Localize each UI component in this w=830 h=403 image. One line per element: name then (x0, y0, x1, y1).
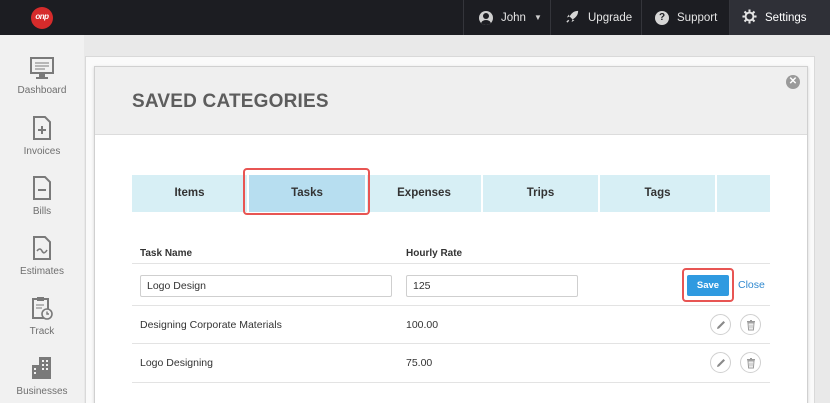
sidebar-item-label: Track (29, 326, 55, 337)
row-divider (132, 305, 770, 306)
task-name-input[interactable] (140, 275, 392, 297)
upgrade-label: Upgrade (588, 11, 633, 24)
edit-button[interactable] (710, 352, 731, 373)
close-icon[interactable]: ✕ (786, 75, 800, 89)
upgrade-link[interactable]: Upgrade (550, 0, 641, 35)
task-name-cell: Designing Corporate Materials (140, 319, 282, 331)
pencil-icon (717, 359, 725, 367)
row-divider (132, 343, 770, 344)
top-bar: onp John ▼ Upgrade ? Support Settings (0, 0, 830, 35)
user-avatar-icon (479, 10, 493, 25)
tab-tasks[interactable]: Tasks (249, 175, 367, 212)
user-name: John (501, 11, 526, 24)
clipboard-clock-icon (32, 297, 53, 320)
chevron-down-icon: ▼ (533, 13, 542, 22)
rocket-icon (565, 9, 580, 27)
row-divider (132, 382, 770, 383)
tab-expenses[interactable]: Expenses (367, 175, 483, 212)
edit-button[interactable] (710, 314, 731, 335)
buildings-icon (32, 357, 51, 379)
invoice-plus-icon (33, 116, 51, 140)
saved-categories-modal: SAVED CATEGORIES ✕ Items Tasks Expenses … (94, 66, 808, 403)
delete-button[interactable] (740, 352, 761, 373)
modal-header: SAVED CATEGORIES ✕ (95, 67, 807, 135)
brand-logo[interactable]: onp (31, 7, 53, 29)
column-header-hourly-rate: Hourly Rate (406, 248, 463, 259)
modal-title: SAVED CATEGORIES (132, 91, 329, 112)
estimate-icon (33, 236, 51, 260)
column-header-task-name: Task Name (140, 248, 193, 259)
tab-trips[interactable]: Trips (483, 175, 600, 212)
delete-button[interactable] (740, 314, 761, 335)
row-divider (132, 263, 770, 264)
trash-icon (747, 358, 755, 369)
support-label: Support (677, 11, 718, 24)
sidebar-item-label: Dashboard (17, 85, 67, 96)
sidebar-item-dashboard[interactable]: Dashboard (0, 57, 84, 117)
support-link[interactable]: ? Support (641, 0, 729, 35)
sidebar-item-bills[interactable]: Bills (0, 176, 84, 236)
hourly-rate-input[interactable] (406, 275, 578, 297)
sidebar-item-label: Bills (32, 206, 52, 217)
save-button[interactable]: Save (687, 275, 729, 296)
category-tabs: Items Tasks Expenses Trips Tags (132, 175, 770, 212)
sidebar: Dashboard Invoices Bills Estimates Track… (0, 35, 84, 403)
sidebar-item-label: Businesses (16, 386, 68, 397)
tab-items[interactable]: Items (132, 175, 249, 212)
hourly-rate-cell: 100.00 (406, 319, 439, 331)
user-menu[interactable]: John ▼ (463, 0, 550, 35)
pencil-icon (717, 321, 725, 329)
settings-label: Settings (765, 11, 807, 24)
monitor-icon (30, 57, 54, 79)
task-name-cell: Logo Designing (140, 357, 213, 369)
sidebar-item-invoices[interactable]: Invoices (0, 116, 84, 176)
sidebar-item-businesses[interactable]: Businesses (0, 356, 84, 403)
bill-icon (33, 176, 51, 200)
sidebar-item-estimates[interactable]: Estimates (0, 236, 84, 296)
gear-icon (742, 8, 757, 27)
sidebar-item-track[interactable]: Track (0, 296, 84, 356)
tab-tags[interactable]: Tags (600, 175, 717, 212)
trash-icon (747, 320, 755, 331)
hourly-rate-cell: 75.00 (406, 357, 433, 369)
help-icon: ? (655, 10, 669, 25)
sidebar-item-label: Estimates (20, 266, 64, 277)
brand-logo-text: onp (35, 12, 49, 21)
sidebar-item-label: Invoices (23, 146, 61, 157)
close-link[interactable]: Close (738, 279, 765, 291)
settings-link[interactable]: Settings (729, 0, 830, 35)
